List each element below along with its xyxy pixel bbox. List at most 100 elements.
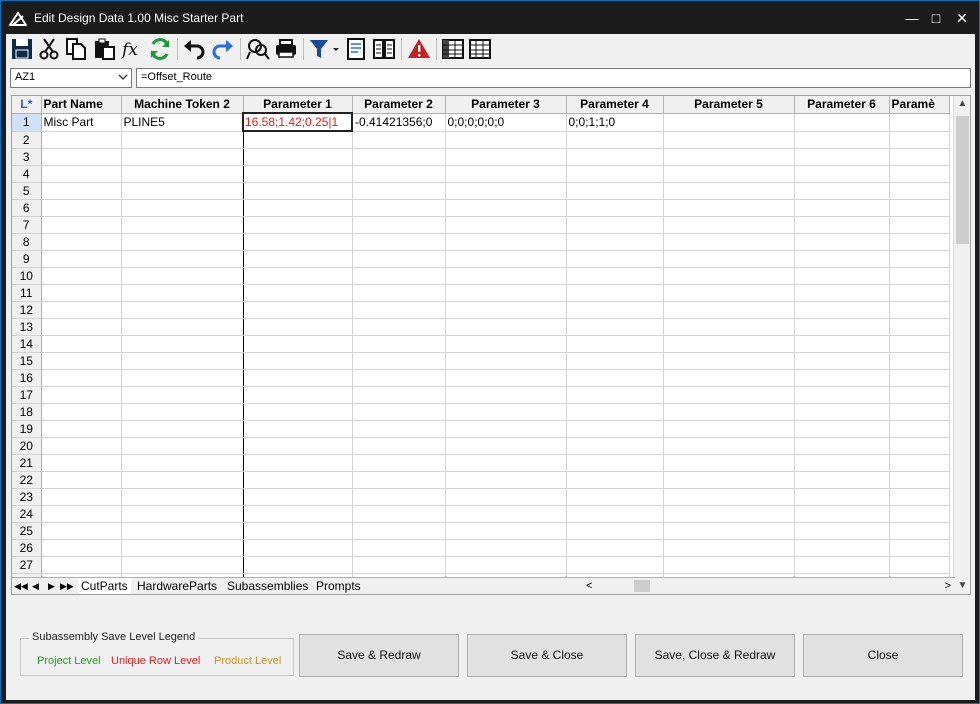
grid-cell[interactable]	[566, 471, 664, 489]
grid-cell[interactable]	[794, 301, 890, 319]
formula-input[interactable]: =Offset_Route	[136, 68, 971, 88]
grid-cell[interactable]	[794, 131, 890, 149]
grid-cell[interactable]	[41, 233, 122, 251]
grid-cell[interactable]	[243, 148, 353, 166]
grid-cell[interactable]	[243, 267, 353, 285]
grid-cell[interactable]	[243, 505, 353, 523]
grid-cell[interactable]	[794, 437, 890, 455]
grid-cell[interactable]	[352, 165, 446, 183]
selected-cell[interactable]: 16.58;1.42;0.25|1	[242, 112, 353, 132]
grid-cell[interactable]	[121, 335, 244, 353]
grid-cell[interactable]	[663, 505, 795, 523]
grid-cell[interactable]	[566, 233, 664, 251]
grid-cell[interactable]	[121, 454, 244, 472]
row-header[interactable]: 2	[12, 131, 42, 149]
grid-cell[interactable]	[352, 556, 446, 574]
grid-cell[interactable]	[566, 199, 664, 217]
grid-cell[interactable]	[445, 267, 567, 285]
tab-prompts[interactable]: Prompts	[313, 578, 364, 594]
grid-cell[interactable]	[663, 437, 795, 455]
row-header[interactable]: 10	[12, 267, 42, 285]
function-icon[interactable]: fx	[120, 37, 144, 61]
vertical-scroll-thumb[interactable]	[956, 116, 969, 244]
grid-cell[interactable]	[352, 420, 446, 438]
grid-cell[interactable]	[566, 182, 664, 200]
grid-cell[interactable]	[889, 267, 950, 285]
grid-cell[interactable]	[41, 318, 122, 336]
tab-subassemblies[interactable]: Subassemblies	[224, 578, 312, 594]
grid-cell[interactable]	[566, 352, 664, 370]
grid-cell[interactable]	[243, 471, 353, 489]
grid-cell[interactable]	[41, 284, 122, 302]
row-header[interactable]: 4	[12, 165, 42, 183]
column-header[interactable]: Parameter 1	[243, 96, 353, 114]
grid-cell[interactable]	[352, 199, 446, 217]
grid-cell[interactable]	[889, 216, 950, 234]
grid-cell[interactable]	[445, 488, 567, 506]
grid-cell[interactable]	[663, 403, 795, 421]
grid-cell[interactable]: Misc Part	[41, 113, 122, 132]
columns-icon[interactable]	[372, 37, 396, 61]
row-header[interactable]: 16	[12, 369, 42, 387]
close-window-button[interactable]: ✕	[949, 7, 975, 29]
print-icon[interactable]	[274, 37, 298, 61]
grid-cell[interactable]	[889, 131, 950, 149]
filter-icon[interactable]	[308, 37, 340, 61]
grid-cell[interactable]	[41, 199, 122, 217]
grid-cell[interactable]	[243, 403, 353, 421]
grid-cell[interactable]	[352, 369, 446, 387]
grid-cell[interactable]: -0.41421356;0	[352, 113, 446, 132]
horizontal-scrollbar[interactable]: < >	[582, 578, 955, 594]
grid-cell[interactable]	[41, 471, 122, 489]
warning-icon[interactable]	[407, 37, 431, 61]
grid-cell[interactable]	[794, 335, 890, 353]
grid-cell[interactable]	[121, 488, 244, 506]
grid-cell[interactable]	[794, 284, 890, 302]
grid-cell[interactable]	[889, 352, 950, 370]
grid-corner[interactable]: L*	[12, 96, 42, 114]
column-header[interactable]: Parameter 4	[566, 96, 664, 114]
scroll-up-icon[interactable]: ▲	[954, 98, 970, 112]
grid-cell[interactable]	[566, 267, 664, 285]
grid-cell[interactable]	[121, 539, 244, 557]
grid-cell[interactable]	[352, 335, 446, 353]
grid-cell[interactable]	[41, 250, 122, 268]
grid-cell[interactable]	[243, 488, 353, 506]
grid-cell[interactable]	[794, 505, 890, 523]
grid-cell[interactable]	[566, 301, 664, 319]
grid-cell[interactable]	[121, 301, 244, 319]
grid-cell[interactable]	[663, 369, 795, 387]
grid-cell[interactable]	[121, 148, 244, 166]
grid-cell[interactable]	[243, 437, 353, 455]
grid-cell[interactable]	[663, 148, 795, 166]
row-header[interactable]: 6	[12, 199, 42, 217]
close-button[interactable]: Close	[803, 634, 963, 677]
grid-cell[interactable]	[243, 386, 353, 404]
first-sheet-icon[interactable]: ◀◀	[14, 579, 28, 593]
grid-cell[interactable]	[121, 386, 244, 404]
grid-cell[interactable]	[121, 233, 244, 251]
grid-cell[interactable]	[794, 250, 890, 268]
grid-cell[interactable]	[663, 216, 795, 234]
scroll-down-icon[interactable]: ▼	[954, 580, 970, 594]
row-header[interactable]: 26	[12, 539, 42, 557]
last-sheet-icon[interactable]: ▶▶	[60, 579, 74, 593]
grid-cell[interactable]	[889, 454, 950, 472]
grid-cell[interactable]	[889, 182, 950, 200]
grid-cell[interactable]	[663, 250, 795, 268]
grid-cell[interactable]	[121, 216, 244, 234]
grid-cell[interactable]	[566, 420, 664, 438]
row-header[interactable]: 24	[12, 505, 42, 523]
grid-cell[interactable]	[794, 369, 890, 387]
grid-cell[interactable]	[445, 539, 567, 557]
column-header[interactable]: Parameter 3	[445, 96, 567, 114]
grid-cell[interactable]	[41, 335, 122, 353]
grid-cell[interactable]	[41, 505, 122, 523]
grid-icon[interactable]	[441, 37, 465, 61]
grid-cell[interactable]	[889, 335, 950, 353]
grid-cell[interactable]	[121, 403, 244, 421]
grid-cell[interactable]	[794, 352, 890, 370]
grid-cell[interactable]	[121, 369, 244, 387]
row-header[interactable]: 20	[12, 437, 42, 455]
grid-cell[interactable]	[121, 522, 244, 540]
